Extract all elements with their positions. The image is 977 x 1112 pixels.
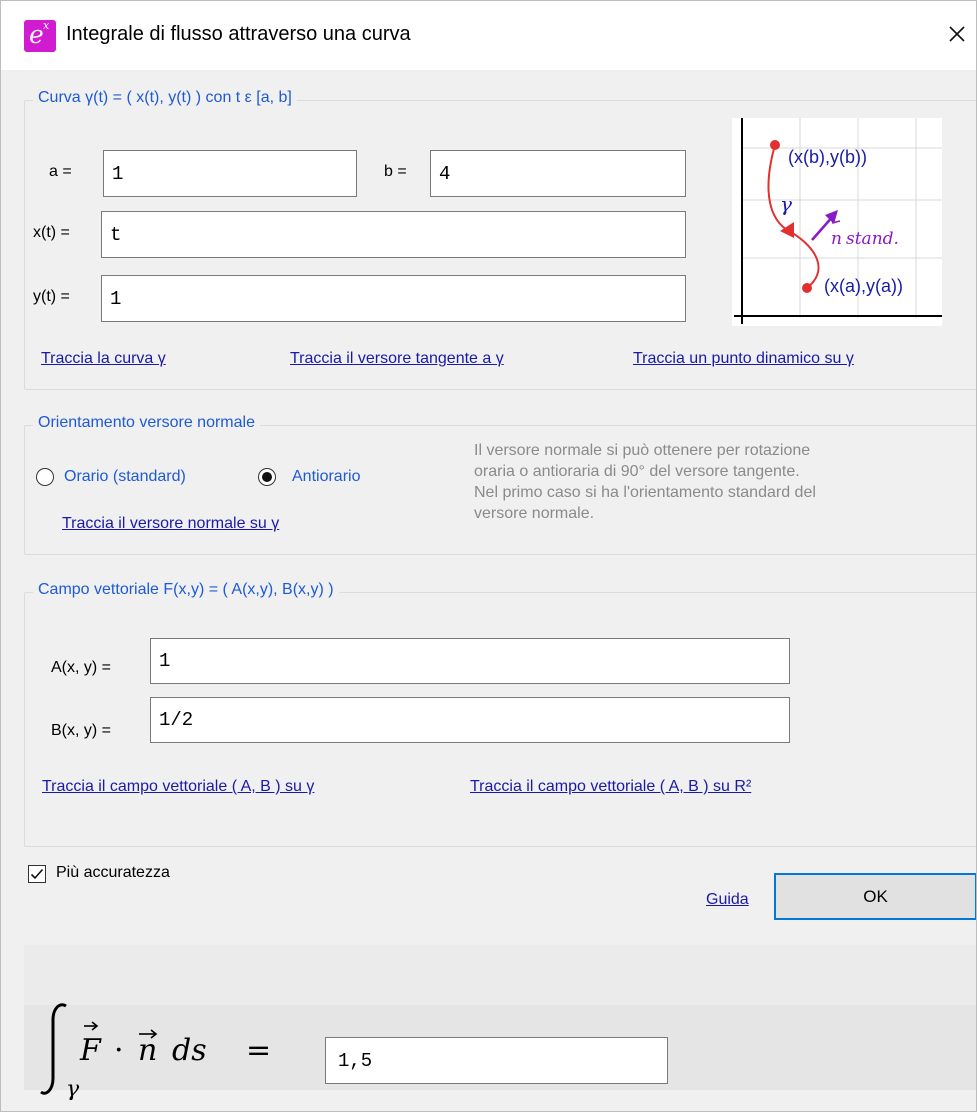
formula-ds: ds (172, 1033, 207, 1068)
checkmark-icon (30, 868, 44, 880)
accuracy-checkbox[interactable] (28, 865, 46, 883)
y-input[interactable]: 1 (101, 275, 686, 322)
x-input[interactable]: t (101, 211, 686, 258)
plot-curve-link[interactable]: Traccia la curva γ (41, 350, 166, 368)
illus-gamma: γ (780, 192, 792, 216)
orientation-legend: Orientamento versore normale (33, 414, 260, 432)
A-input[interactable]: 1 (150, 638, 790, 684)
info-line-2: oraria o antioraria di 90° del versore t… (474, 463, 800, 480)
accuracy-label[interactable]: Più accuratezza (56, 864, 170, 882)
window-title: Integrale di flusso attraverso una curva (66, 23, 411, 45)
help-link[interactable]: Guida (706, 891, 749, 909)
illus-label-b: (x(b),y(b)) (788, 147, 867, 167)
plot-field-curve-link[interactable]: Traccia il campo vettoriale ( A, B ) su … (42, 778, 314, 796)
title-bar: ex Integrale di flusso attraverso una cu… (0, 0, 977, 70)
result-value: 1,5 (325, 1037, 668, 1084)
flux-integral-formula: γ F · n ds = (40, 1003, 271, 1100)
info-line-1: Il versore normale si può ottenere per r… (474, 442, 811, 459)
formula-gamma: γ (66, 1077, 80, 1100)
radio-counterclockwise[interactable] (258, 468, 276, 486)
curve-legend: Curva γ(t) = ( x(t), y(t) ) con t ε [a, … (33, 89, 297, 107)
a-input[interactable]: 1 (103, 150, 357, 197)
illus-normal-label: stand. (846, 229, 899, 249)
plot-dynamic-point-link[interactable]: Traccia un punto dinamico su γ (633, 350, 854, 368)
radio-clockwise[interactable] (36, 468, 54, 486)
x-label: x(t) = (33, 224, 70, 241)
ok-button[interactable]: OK (774, 873, 977, 920)
plot-tangent-link[interactable]: Traccia il versore tangente a γ (290, 350, 504, 368)
A-label: A(x, y) = (51, 659, 112, 676)
illus-label-a: (x(a),y(a)) (824, 276, 903, 296)
plot-normal-link[interactable]: Traccia il versore normale su γ (62, 515, 279, 533)
close-icon[interactable] (937, 14, 977, 54)
y-label: y(t) = (33, 288, 70, 305)
field-legend: Campo vettoriale F(x,y) = ( A(x,y), B(x,… (33, 581, 339, 599)
b-label: b = (384, 163, 407, 180)
info-line-4: versore normale. (474, 505, 595, 522)
radio-counterclockwise-label[interactable]: Antiorario (292, 468, 360, 486)
formula-F: F (79, 1033, 102, 1068)
B-label: B(x, y) = (51, 722, 112, 739)
illus-normal-vec: n (831, 229, 842, 249)
info-line-3: Nel primo caso si ha l'orientamento stan… (474, 484, 816, 501)
formula-dot: · (114, 1033, 124, 1068)
B-input[interactable]: 1/2 (150, 697, 790, 743)
orientation-info: Il versore normale si può ottenere per r… (474, 440, 964, 524)
b-input[interactable]: 4 (430, 150, 686, 197)
formula-n: n (138, 1033, 157, 1068)
a-label: a = (49, 163, 72, 180)
result-panel-band (24, 945, 977, 1005)
formula-equals: = (246, 1033, 271, 1068)
radio-clockwise-label[interactable]: Orario (standard) (64, 468, 186, 486)
app-icon: ex (24, 19, 56, 52)
plot-field-plane-link[interactable]: Traccia il campo vettoriale ( A, B ) su … (470, 778, 751, 796)
curve-illustration: (x(b),y(b)) (x(a),y(a)) γ n stand. (732, 118, 942, 326)
